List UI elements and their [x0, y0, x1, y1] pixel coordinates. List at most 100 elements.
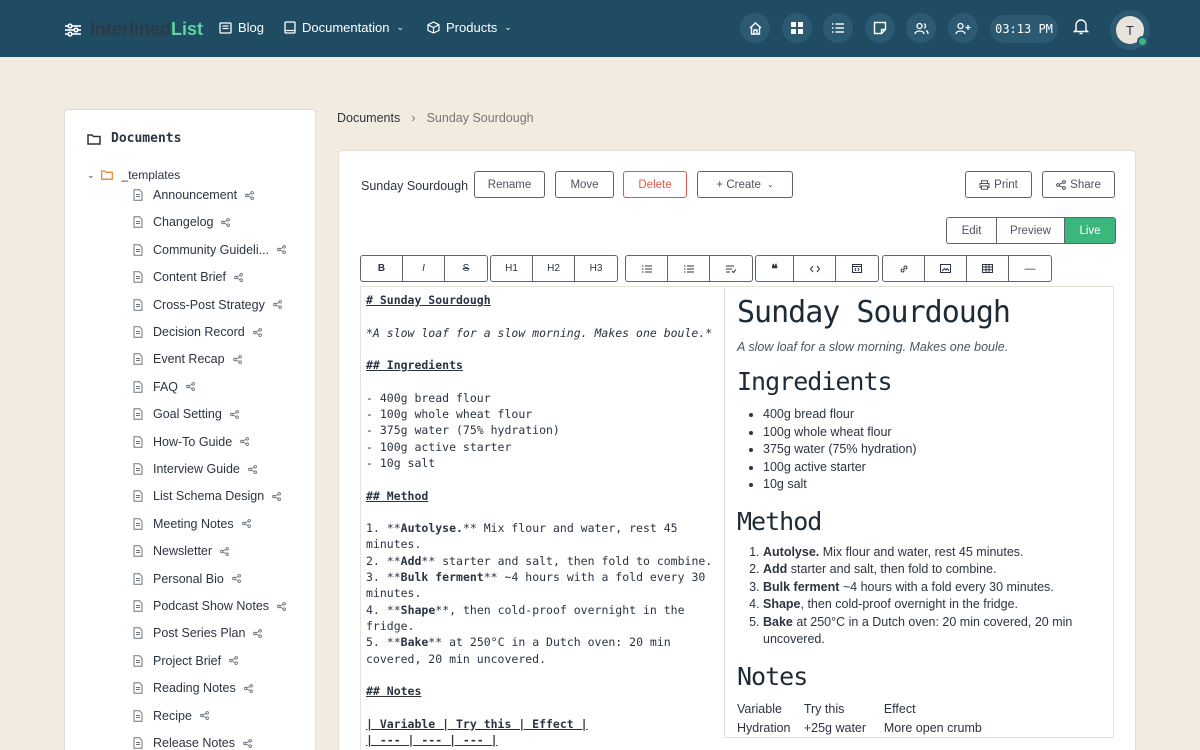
- user-menu-button[interactable]: T: [1110, 10, 1150, 50]
- share-icon[interactable]: [240, 437, 250, 447]
- notes-button[interactable]: [865, 13, 895, 43]
- document-icon: [133, 737, 143, 749]
- sidebar-doc-item[interactable]: How-To Guide: [133, 435, 250, 449]
- preview-subtitle: A slow loaf for a slow morning. Makes on…: [737, 340, 1009, 354]
- home-button[interactable]: [740, 13, 770, 43]
- sidebar-doc-item[interactable]: Meeting Notes: [133, 517, 251, 531]
- document-icon: [133, 216, 143, 229]
- share-icon[interactable]: [253, 628, 263, 638]
- sidebar-doc-item[interactable]: Changelog: [133, 215, 231, 229]
- share-icon[interactable]: [245, 190, 255, 200]
- share-icon[interactable]: [221, 217, 231, 227]
- create-button[interactable]: + Create ⌄: [697, 171, 793, 198]
- sidebar-doc-item[interactable]: Event Recap: [133, 352, 242, 366]
- breadcrumb-separator: ›: [411, 110, 416, 125]
- image-button[interactable]: [925, 256, 967, 281]
- task-list-button[interactable]: [710, 256, 752, 281]
- share-icon[interactable]: [243, 738, 252, 748]
- sidebar-doc-item[interactable]: Cross-Post Strategy: [133, 298, 282, 312]
- inline-code-button[interactable]: [794, 256, 836, 281]
- share-icon[interactable]: [232, 354, 242, 364]
- code-icon: [809, 265, 820, 272]
- sidebar-doc-item[interactable]: FAQ: [133, 380, 195, 394]
- share-icon[interactable]: [234, 272, 243, 282]
- sidebar-doc-item[interactable]: Post Series Plan: [133, 626, 263, 641]
- nav-blog[interactable]: Blog: [219, 20, 264, 35]
- sidebar-doc-item[interactable]: Content Brief: [133, 270, 243, 284]
- sidebar-doc-item[interactable]: Release Notes: [133, 736, 252, 750]
- numbered-list-button[interactable]: [668, 256, 710, 281]
- sidebar-doc-item[interactable]: Goal Setting: [133, 407, 239, 421]
- share-icon[interactable]: [231, 574, 241, 584]
- sidebar-doc-item[interactable]: List Schema Design: [133, 489, 282, 503]
- share-icon[interactable]: [229, 656, 239, 666]
- bullet-list-button[interactable]: [626, 256, 668, 281]
- bullet-list-icon: [641, 265, 652, 272]
- share-icon[interactable]: [252, 327, 262, 337]
- editor-line: - 375g water (75% hydration): [366, 423, 560, 438]
- mode-live[interactable]: Live: [1065, 218, 1115, 243]
- share-icon[interactable]: [247, 464, 257, 474]
- h1-button[interactable]: H1: [491, 256, 533, 281]
- horizontal-rule-button[interactable]: —: [1009, 256, 1051, 281]
- h3-button[interactable]: H3: [575, 256, 617, 281]
- method-step-text: Mix flour and water, rest 45 minutes.: [819, 544, 1024, 559]
- quote-button[interactable]: ❝: [756, 256, 794, 281]
- sidebar-doc-label: Post Series Plan: [153, 626, 246, 641]
- share-icon[interactable]: [272, 300, 282, 310]
- editor-line: 3. **Bulk ferment** ~4 hours with a fold…: [366, 570, 713, 601]
- sidebar-doc-item[interactable]: Interview Guide: [133, 462, 257, 476]
- share-icon[interactable]: [277, 601, 286, 611]
- delete-button[interactable]: Delete: [623, 171, 687, 198]
- table-button[interactable]: [967, 256, 1009, 281]
- editor-line: - 400g bread flour: [366, 390, 491, 405]
- sidebar-doc-item[interactable]: Community Guideli...: [133, 243, 286, 257]
- sidebar-doc-item[interactable]: Reading Notes: [133, 681, 253, 695]
- move-button[interactable]: Move: [555, 171, 614, 198]
- markdown-preview: Sunday Sourdough A slow loaf for a slow …: [724, 286, 1114, 738]
- dashboard-button[interactable]: [782, 13, 812, 43]
- share-icon[interactable]: [220, 546, 229, 556]
- nav-documentation[interactable]: Documentation ⌄: [284, 20, 404, 35]
- h2-button[interactable]: H2: [533, 256, 575, 281]
- sidebar-doc-item[interactable]: Decision Record: [133, 325, 262, 339]
- share-icon[interactable]: [241, 519, 251, 529]
- sidebar-doc-item[interactable]: Personal Bio: [133, 572, 241, 586]
- lists-button[interactable]: [823, 13, 853, 43]
- add-user-button[interactable]: [948, 13, 978, 43]
- mode-preview[interactable]: Preview: [997, 218, 1065, 243]
- sidebar-doc-label: Recipe: [153, 708, 192, 723]
- folder-templates[interactable]: ⌄ _templates: [87, 168, 180, 182]
- print-button[interactable]: Print: [965, 171, 1032, 198]
- users-button[interactable]: [906, 13, 936, 43]
- brand-logo[interactable]: Interlined List: [64, 19, 203, 40]
- code-block-button[interactable]: [836, 256, 878, 281]
- markdown-editor[interactable]: # Sunday Sourdough *A slow loaf for a slo…: [360, 286, 724, 750]
- rename-button[interactable]: Rename: [474, 171, 545, 198]
- sidebar-doc-item[interactable]: Recipe: [133, 709, 209, 723]
- notifications-button[interactable]: [1072, 18, 1090, 40]
- strikethrough-button[interactable]: S: [445, 256, 487, 281]
- share-icon[interactable]: [243, 683, 253, 693]
- share-icon[interactable]: [229, 409, 239, 419]
- mode-edit[interactable]: Edit: [947, 218, 997, 243]
- sidebar-doc-item[interactable]: Podcast Show Notes: [133, 599, 286, 613]
- document-title: Sunday Sourdough: [361, 179, 469, 193]
- breadcrumb-documents[interactable]: Documents: [337, 111, 400, 125]
- method-step-bold: Add: [763, 562, 788, 576]
- share-icon[interactable]: [277, 245, 286, 255]
- share-icon[interactable]: [200, 711, 209, 721]
- sidebar-doc-item[interactable]: Announcement: [133, 188, 255, 202]
- document-icon: [133, 381, 143, 393]
- share-icon[interactable]: [272, 491, 282, 501]
- sidebar-doc-item[interactable]: Project Brief: [133, 654, 239, 668]
- sidebar-doc-item[interactable]: Newsletter: [133, 544, 229, 558]
- bold-button[interactable]: B: [361, 256, 403, 281]
- share-button[interactable]: Share: [1042, 171, 1115, 198]
- image-icon: [940, 264, 951, 273]
- link-button[interactable]: [883, 256, 925, 281]
- share-icon[interactable]: [186, 382, 195, 392]
- italic-button[interactable]: I: [403, 256, 445, 281]
- nav-products[interactable]: Products ⌄: [427, 20, 512, 35]
